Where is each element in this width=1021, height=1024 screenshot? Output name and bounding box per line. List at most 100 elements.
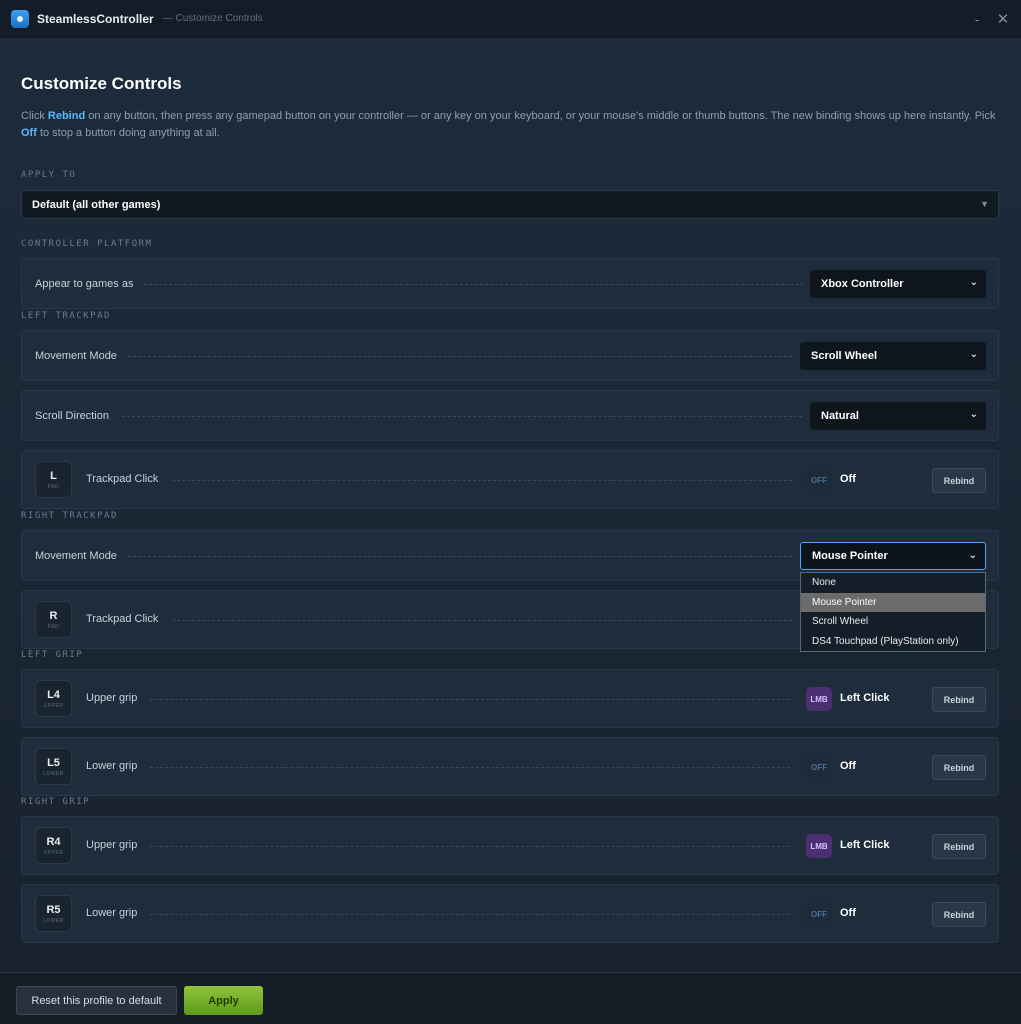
rebind-button[interactable]: Rebind xyxy=(932,468,986,493)
r4-label: Upper grip xyxy=(86,839,138,851)
apply-button[interactable]: Apply xyxy=(184,986,263,1015)
caret-down-icon: ▼ xyxy=(980,199,989,209)
dotted-leader xyxy=(172,620,792,621)
l5-card: L5 LOWER Lower grip OFF Off Rebind xyxy=(21,737,999,796)
chevron-down-icon: ⌄ xyxy=(968,550,977,561)
r5-card: R5 LOWER Lower grip OFF Off Rebind xyxy=(21,884,999,943)
rebind-button[interactable]: Rebind xyxy=(932,902,986,927)
right-movement-value: Mouse Pointer xyxy=(812,550,888,562)
main-content: Customize Controls Click Rebind on any b… xyxy=(0,39,1021,972)
left-movement-label: Movement Mode xyxy=(35,350,117,362)
app-logo-icon xyxy=(11,9,29,28)
right-movement-label: Movement Mode xyxy=(35,550,117,562)
dotted-leader xyxy=(122,416,802,417)
dotted-leader xyxy=(128,356,792,357)
title-bar: SteamlessController — Customize Controls… xyxy=(0,0,1021,38)
badge-key: R4 xyxy=(46,835,61,848)
l4-label: Upper grip xyxy=(86,692,138,704)
badge-sub: PAD xyxy=(47,623,60,630)
left-scroll-value: Natural xyxy=(821,410,859,422)
dropdown-option[interactable]: None xyxy=(801,573,985,593)
intro-part: to stop a button doing anything at all. xyxy=(36,127,220,139)
rebind-button[interactable]: Rebind xyxy=(932,755,986,780)
left-scroll-label: Scroll Direction xyxy=(35,410,109,422)
dropdown-option-selected[interactable]: Mouse Pointer xyxy=(801,592,985,612)
chevron-down-icon: ⌄ xyxy=(969,277,978,288)
binding-chip: LMB xyxy=(806,834,832,858)
left-scroll-select[interactable]: Natural ⌄ xyxy=(810,402,986,430)
badge-key: L5 xyxy=(47,756,60,769)
button-badge: L5 LOWER xyxy=(35,748,72,785)
section-label-right-trackpad: RIGHT TRACKPAD xyxy=(21,511,118,521)
left-movement-card: Movement Mode Scroll Wheel ⌄ xyxy=(21,330,999,381)
section-label-apply-to: APPLY TO xyxy=(21,170,77,180)
dotted-leader xyxy=(150,699,790,700)
app-name: SteamlessController xyxy=(37,11,154,26)
section-label-left-trackpad: LEFT TRACKPAD xyxy=(21,311,111,321)
intro-rebind-highlight: Rebind xyxy=(47,110,86,122)
dotted-leader xyxy=(150,846,790,847)
movement-mode-dropdown: None Mouse Pointer Scroll Wheel DS4 Touc… xyxy=(800,572,986,652)
badge-key: L4 xyxy=(47,688,60,701)
l5-label: Lower grip xyxy=(86,760,138,772)
intro-part: on any button, then press any gamepad bu… xyxy=(85,110,996,122)
button-badge: R PAD xyxy=(35,601,72,638)
button-badge: L PAD xyxy=(35,461,72,498)
button-badge: L4 UPPER xyxy=(35,680,72,717)
binding-value: Off xyxy=(840,907,856,919)
r4-card: R4 UPPER Upper grip LMB Left Click Rebin… xyxy=(21,816,999,875)
left-click-card: L PAD Trackpad Click OFF Off Rebind xyxy=(21,450,999,509)
binding-value: Off xyxy=(840,760,856,772)
dotted-leader xyxy=(128,556,792,557)
badge-sub: UPPER xyxy=(43,849,64,856)
intro-off-highlight: Off xyxy=(21,127,37,139)
section-label-left-grip: LEFT GRIP xyxy=(21,650,84,660)
rebind-button[interactable]: Rebind xyxy=(932,834,986,859)
badge-sub: LOWER xyxy=(43,917,64,924)
dotted-leader xyxy=(172,480,792,481)
badge-key: R5 xyxy=(46,903,61,916)
l4-card: L4 UPPER Upper grip LMB Left Click Rebin… xyxy=(21,669,999,728)
apply-to-value: Default (all other games) xyxy=(32,198,161,211)
rebind-button[interactable]: Rebind xyxy=(932,687,986,712)
reset-profile-button[interactable]: Reset this profile to default xyxy=(16,986,177,1015)
minimize-icon[interactable]: - xyxy=(967,9,987,29)
platform-row-label: Appear to games as xyxy=(35,278,134,290)
binding-chip: LMB xyxy=(806,687,832,711)
badge-sub: PAD xyxy=(47,483,60,490)
binding-value: Off xyxy=(840,473,856,485)
binding-chip: OFF xyxy=(806,902,832,926)
platform-select-value: Xbox Controller xyxy=(821,278,904,290)
left-movement-value: Scroll Wheel xyxy=(811,350,878,362)
button-badge: R4 UPPER xyxy=(35,827,72,864)
right-movement-select[interactable]: Mouse Pointer ⌄ xyxy=(800,542,986,570)
binding-value: Left Click xyxy=(840,839,890,851)
binding-chip: OFF xyxy=(806,468,832,492)
window-subtitle: — Customize Controls xyxy=(162,13,263,24)
platform-card: Appear to games as Xbox Controller ⌄ xyxy=(21,258,999,309)
left-movement-select[interactable]: Scroll Wheel ⌄ xyxy=(800,342,986,370)
platform-select[interactable]: Xbox Controller ⌄ xyxy=(810,270,986,298)
intro-text: Click Rebind on any button, then press a… xyxy=(21,108,996,142)
badge-key: R xyxy=(49,609,58,622)
close-icon[interactable]: ✕ xyxy=(993,9,1013,29)
chevron-down-icon: ⌄ xyxy=(969,409,978,420)
dropdown-option[interactable]: DS4 Touchpad (PlayStation only) xyxy=(801,632,985,652)
badge-sub: LOWER xyxy=(43,770,64,777)
dotted-leader xyxy=(144,284,804,285)
button-badge: R5 LOWER xyxy=(35,895,72,932)
section-label-right-grip: RIGHT GRIP xyxy=(21,797,91,807)
footer-bar: Reset this profile to default Apply xyxy=(0,972,1021,1024)
left-scroll-card: Scroll Direction Natural ⌄ xyxy=(21,390,999,441)
apply-to-select[interactable]: Default (all other games) ▼ xyxy=(21,190,999,219)
dropdown-option[interactable]: Scroll Wheel xyxy=(801,612,985,632)
badge-sub: UPPER xyxy=(43,702,64,709)
chevron-down-icon: ⌄ xyxy=(969,349,978,360)
section-label-controller-platform: CONTROLLER PLATFORM xyxy=(21,239,153,249)
binding-value: Left Click xyxy=(840,692,890,704)
dotted-leader xyxy=(150,914,790,915)
page-title: Customize Controls xyxy=(21,74,182,93)
badge-key: L xyxy=(50,469,57,482)
binding-chip: OFF xyxy=(806,755,832,779)
left-click-label: Trackpad Click xyxy=(86,473,159,485)
